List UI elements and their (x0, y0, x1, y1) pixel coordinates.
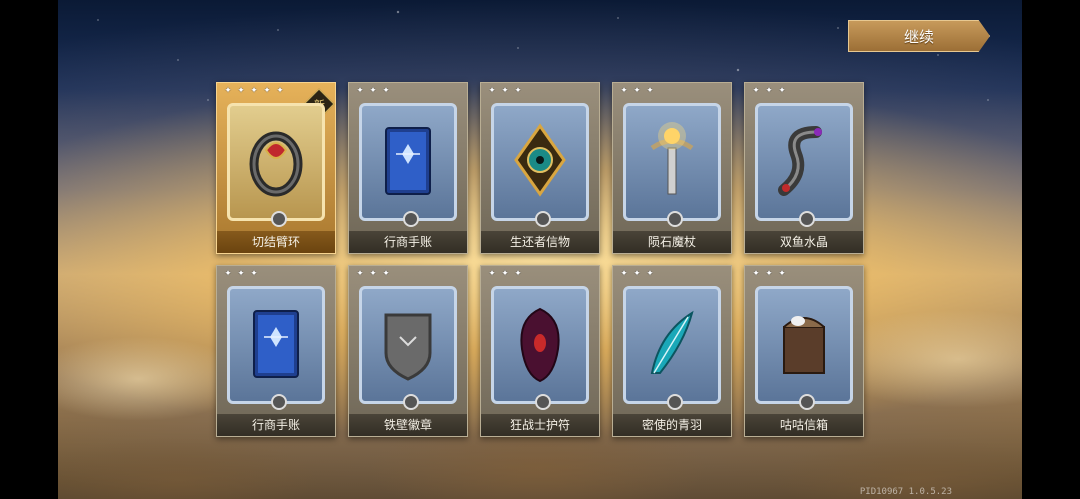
game-screen: 继续 ✦✦✦✦✦新切结臂环✦✦✦行商手账✦✦✦生还者信物✦✦✦陨石魔杖✦✦✦双鱼… (58, 0, 1022, 499)
relic-name: 行商手账 (217, 414, 335, 436)
relic-card[interactable]: ✦ ✦ ✦ 行商手账 (216, 265, 336, 437)
rarity-wing-icon: ✦ (514, 269, 522, 279)
rarity-wing-icon: ✦ (778, 86, 786, 96)
card-art-frame (359, 286, 457, 410)
relic-name: 狂战士护符 (481, 414, 599, 436)
relic-card[interactable]: ✦ ✦ ✦ 密使的青羽 (612, 265, 732, 437)
version-text: PID10967 1.0.5.23 (859, 487, 952, 497)
card-art-frame (623, 286, 721, 410)
relic-card[interactable]: ✦ ✦ ✦ 生还者信物 (480, 82, 600, 254)
frame-gem-icon (403, 211, 419, 227)
frame-gem-icon (667, 394, 683, 410)
frame-gem-icon (799, 211, 815, 227)
rarity-stars: ✦ ✦ ✦ ✦ ✦ (222, 86, 286, 96)
rarity-wing-icon: ✦ (369, 269, 377, 279)
relic-name: 铁壁徽章 (349, 414, 467, 436)
rarity-wing-icon: ✦ (752, 269, 760, 279)
rarity-wing-icon: ✦ (765, 86, 773, 96)
card-art-frame (491, 286, 589, 410)
relic-name: 密使的青羽 (613, 414, 731, 436)
rarity-wing-icon: ✦ (488, 269, 496, 279)
relic-card[interactable]: ✦ ✦ ✦ 铁壁徽章 (348, 265, 468, 437)
card-art-frame (227, 103, 325, 227)
card-art-frame (491, 103, 589, 227)
card-art-frame (359, 103, 457, 227)
frame-gem-icon (799, 394, 815, 410)
relic-card[interactable]: ✦ ✦ ✦ 陨石魔杖 (612, 82, 732, 254)
relic-name: 行商手账 (349, 231, 467, 253)
frame-gem-icon (535, 394, 551, 410)
relic-card[interactable]: ✦ ✦ ✦ 双鱼水晶 (744, 82, 864, 254)
rarity-wing-icon: ✦ (382, 86, 390, 96)
rarity-wing-icon: ✦ (514, 86, 522, 96)
rarity-wing-icon: ✦ (250, 269, 258, 279)
frame-gem-icon (667, 211, 683, 227)
rarity-stars: ✦ ✦ ✦ (750, 86, 788, 96)
rarity-wing-icon: ✦ (501, 86, 509, 96)
rarity-wing-icon: ✦ (646, 86, 654, 96)
relic-card[interactable]: ✦✦✦✦✦新切结臂环 (216, 82, 336, 254)
rarity-wing-icon: ✦ (501, 269, 509, 279)
relic-name: 咕咕信箱 (745, 414, 863, 436)
rarity-stars: ✦ ✦ ✦ (486, 269, 524, 279)
rarity-wing-icon: ✦ (633, 269, 641, 279)
rarity-wing-icon: ✦ (778, 269, 786, 279)
relic-name: 生还者信物 (481, 231, 599, 253)
rarity-wing-icon: ✦ (224, 86, 232, 96)
rarity-wing-icon: ✦ (224, 269, 232, 279)
rarity-stars: ✦ ✦ ✦ (750, 269, 788, 279)
rarity-wing-icon: ✦ (250, 86, 258, 96)
frame-gem-icon (271, 394, 287, 410)
rarity-wing-icon: ✦ (276, 86, 284, 96)
rarity-wing-icon: ✦ (646, 269, 654, 279)
frame-gem-icon (271, 211, 287, 227)
rarity-wing-icon: ✦ (752, 86, 760, 96)
rarity-wing-icon: ✦ (382, 269, 390, 279)
card-art-frame (755, 103, 853, 227)
rarity-wing-icon: ✦ (263, 86, 271, 96)
rarity-stars: ✦ ✦ ✦ (486, 86, 524, 96)
relic-name: 切结臂环 (217, 231, 335, 253)
continue-button[interactable]: 继续 (848, 20, 990, 52)
frame-gem-icon (403, 394, 419, 410)
rarity-wing-icon: ✦ (488, 86, 496, 96)
rarity-stars: ✦ ✦ ✦ (222, 269, 260, 279)
rarity-stars: ✦ ✦ ✦ (354, 86, 392, 96)
rarity-wing-icon: ✦ (356, 269, 364, 279)
rarity-wing-icon: ✦ (620, 86, 628, 96)
card-art-frame (623, 103, 721, 227)
rarity-stars: ✦ ✦ ✦ (618, 269, 656, 279)
rarity-wing-icon: ✦ (633, 86, 641, 96)
rarity-stars: ✦ ✦ ✦ (618, 86, 656, 96)
relic-card[interactable]: ✦ ✦ ✦ 行商手账 (348, 82, 468, 254)
card-art-frame (227, 286, 325, 410)
relic-name: 双鱼水晶 (745, 231, 863, 253)
rarity-wing-icon: ✦ (237, 269, 245, 279)
frame-gem-icon (535, 211, 551, 227)
rarity-wing-icon: ✦ (369, 86, 377, 96)
rarity-wing-icon: ✦ (765, 269, 773, 279)
relic-card[interactable]: ✦ ✦ ✦ 狂战士护符 (480, 265, 600, 437)
card-art-frame (755, 286, 853, 410)
rarity-wing-icon: ✦ (620, 269, 628, 279)
rarity-wing-icon: ✦ (237, 86, 245, 96)
rarity-wing-icon: ✦ (356, 86, 364, 96)
rarity-stars: ✦ ✦ ✦ (354, 269, 392, 279)
relic-name: 陨石魔杖 (613, 231, 731, 253)
relic-card[interactable]: ✦ ✦ ✦ 咕咕信箱 (744, 265, 864, 437)
